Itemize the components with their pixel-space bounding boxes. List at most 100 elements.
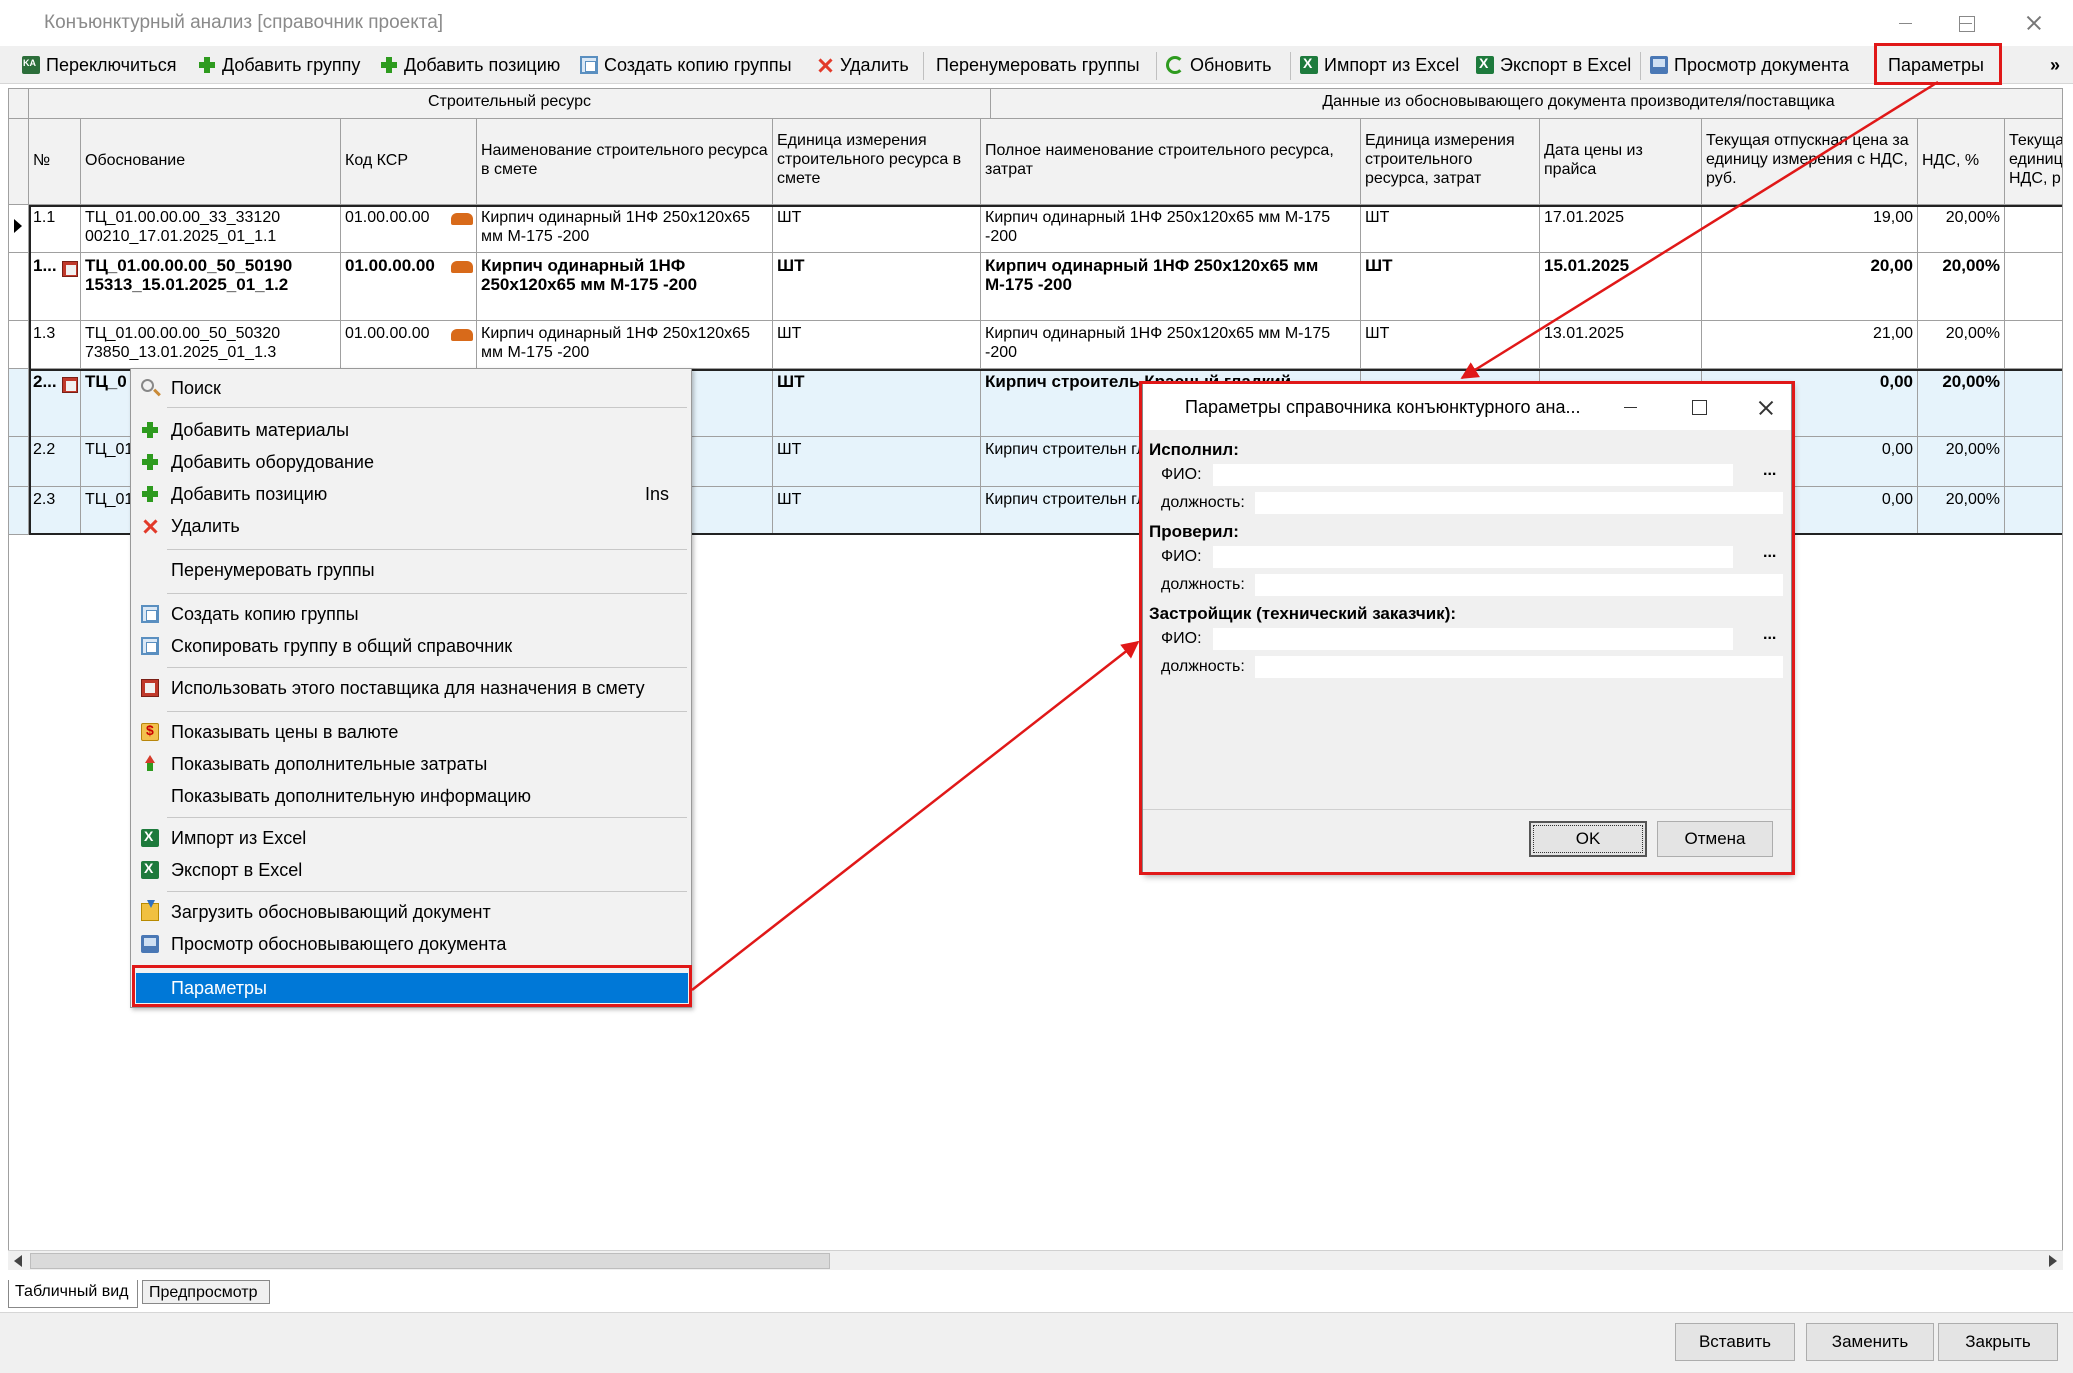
row-indicator[interactable] xyxy=(9,321,29,369)
menu-item-copy-group[interactable]: Создать копию группы xyxy=(131,599,691,629)
grid-cell-fullname[interactable]: Кирпич одинарный 1НФ 250х120х65 мм М-175… xyxy=(981,321,1361,369)
grid-cell-num[interactable]: 2... xyxy=(29,369,81,437)
row-indicator[interactable] xyxy=(9,437,29,487)
close-window-button[interactable] xyxy=(2003,4,2063,42)
grid-cell-vat[interactable]: 20,00% xyxy=(1918,437,2005,487)
grid-cell-name[interactable]: Кирпич одинарный 1НФ 250х120х65 мм М-175… xyxy=(477,253,773,321)
row-indicator[interactable] xyxy=(9,205,29,253)
grid-cell-date[interactable]: 17.01.2025 xyxy=(1540,205,1702,253)
grid-cell-num[interactable]: 2.2 xyxy=(29,437,81,487)
grid-cell-unit2[interactable]: ШТ xyxy=(1361,321,1540,369)
grid-cell-name[interactable]: Кирпич одинарный 1НФ 250х120х65 мм М-175… xyxy=(477,205,773,253)
grid-cell-unit[interactable]: ШТ xyxy=(773,487,981,535)
menu-item-show-extra-costs[interactable]: Показывать дополнительные затраты xyxy=(131,749,691,779)
grid-cell-price[interactable]: 21,00 xyxy=(1702,321,1918,369)
col-header-date[interactable]: Дата цены из прайса xyxy=(1540,119,1702,205)
grid-cell-ksr[interactable]: 01.00.00.00 xyxy=(341,253,477,321)
renumber-button[interactable]: Перенумеровать группы xyxy=(936,46,1140,84)
grid-cell-fullname[interactable]: Кирпич одинарный 1НФ 250х120х65 мм М-175… xyxy=(981,253,1361,321)
col-header-unit[interactable]: Единица измерения строительного ресурса … xyxy=(773,119,981,205)
grid-cell-vat[interactable]: 20,00% xyxy=(1918,205,2005,253)
delete-button[interactable]: Удалить xyxy=(816,46,909,84)
grid-cell-fullname[interactable]: Кирпич одинарный 1НФ 250х120х65 мм М-175… xyxy=(981,205,1361,253)
col-header-price[interactable]: Текущая отпускная цена за единицу измере… xyxy=(1702,119,1918,205)
grid-cell-vat[interactable]: 20,00% xyxy=(1918,253,2005,321)
checked-position-input[interactable] xyxy=(1255,574,1783,596)
menu-item-add-materials[interactable]: Добавить материалы xyxy=(131,415,691,445)
dialog-maximize-button[interactable] xyxy=(1673,390,1723,424)
menu-item-delete[interactable]: Удалить xyxy=(131,511,691,541)
developer-position-input[interactable] xyxy=(1255,656,1783,678)
maximize-window-button[interactable] xyxy=(1935,4,1995,42)
menu-item-add-equipment[interactable]: Добавить оборудование xyxy=(131,447,691,477)
add-position-button[interactable]: Добавить позицию xyxy=(380,46,560,84)
grid-cell-basis[interactable]: ТЦ_01.00.00.00_50_50190 15313_15.01.2025… xyxy=(81,253,341,321)
export-excel-button[interactable]: Экспорт в Excel xyxy=(1476,46,1631,84)
grid-cell-name[interactable]: Кирпич одинарный 1НФ 250х120х65 мм М-175… xyxy=(477,321,773,369)
grid-cell-date[interactable]: 13.01.2025 xyxy=(1540,321,1702,369)
col-header-fullname[interactable]: Полное наименование строительного ресурс… xyxy=(981,119,1361,205)
menu-item-show-currency[interactable]: Показывать цены в валюте xyxy=(131,717,691,747)
grid-cell-cur[interactable] xyxy=(2005,253,2062,321)
parameters-button[interactable]: Параметры xyxy=(1888,46,1984,84)
grid-cell-cur[interactable] xyxy=(2005,487,2062,535)
executed-fio-input[interactable] xyxy=(1213,464,1733,486)
grid-cell-unit[interactable]: ШТ xyxy=(773,205,981,253)
dialog-cancel-button[interactable]: Отмена xyxy=(1657,821,1773,857)
developer-fio-ellipsis-button[interactable]: ... xyxy=(1763,626,1776,644)
dialog-ok-button[interactable]: OK xyxy=(1529,821,1647,857)
grid-cell-unit[interactable]: ШТ xyxy=(773,437,981,487)
import-excel-button[interactable]: Импорт из Excel xyxy=(1300,46,1459,84)
grid-cell-price[interactable]: 20,00 xyxy=(1702,253,1918,321)
close-button[interactable]: Закрыть xyxy=(1938,1323,2058,1361)
menu-item-copy-to-common[interactable]: Скопировать группу в общий справочник xyxy=(131,631,691,661)
grid-cell-ksr[interactable]: 01.00.00.00 xyxy=(341,205,477,253)
add-group-button[interactable]: Добавить группу xyxy=(198,46,360,84)
developer-fio-input[interactable] xyxy=(1213,628,1733,650)
dialog-minimize-button[interactable] xyxy=(1605,390,1655,424)
col-header-vat[interactable]: НДС, % xyxy=(1918,119,2005,205)
grid-cell-basis[interactable]: ТЦ_01.00.00.00_33_33120 00210_17.01.2025… xyxy=(81,205,341,253)
refresh-button[interactable]: Обновить xyxy=(1166,46,1272,84)
grid-cell-cur[interactable] xyxy=(2005,321,2062,369)
grid-cell-price[interactable]: 19,00 xyxy=(1702,205,1918,253)
menu-item-parameters[interactable]: Параметры xyxy=(136,973,688,1003)
col-header-basis[interactable]: Обоснование xyxy=(81,119,341,205)
grid-cell-num[interactable]: 1... xyxy=(29,253,81,321)
insert-button[interactable]: Вставить xyxy=(1675,1323,1795,1361)
grid-cell-unit[interactable]: ШТ xyxy=(773,253,981,321)
menu-item-renumber[interactable]: Перенумеровать группы xyxy=(131,555,691,585)
col-header-num[interactable]: № xyxy=(29,119,81,205)
grid-cell-cur[interactable] xyxy=(2005,369,2062,437)
menu-item-export-excel[interactable]: Экспорт в Excel xyxy=(131,855,691,885)
grid-cell-num[interactable]: 2.3 xyxy=(29,487,81,535)
scrollbar-thumb[interactable] xyxy=(30,1253,830,1269)
row-indicator[interactable] xyxy=(9,253,29,321)
grid-cell-vat[interactable]: 20,00% xyxy=(1918,321,2005,369)
grid-cell-ksr[interactable]: 01.00.00.00 xyxy=(341,321,477,369)
grid-cell-basis[interactable]: ТЦ_01.00.00.00_50_50320 73850_13.01.2025… xyxy=(81,321,341,369)
horizontal-scrollbar[interactable] xyxy=(8,1250,2063,1270)
grid-cell-date[interactable]: 15.01.2025 xyxy=(1540,253,1702,321)
grid-cell-vat[interactable]: 20,00% xyxy=(1918,487,2005,535)
toolbar-overflow-icon[interactable]: » xyxy=(2050,46,2060,84)
minimize-window-button[interactable] xyxy=(1875,4,1935,42)
grid-cell-num[interactable]: 1.3 xyxy=(29,321,81,369)
grid-cell-unit[interactable]: ШТ xyxy=(773,321,981,369)
executed-position-input[interactable] xyxy=(1255,492,1783,514)
switch-button[interactable]: Переключиться xyxy=(22,46,176,84)
grid-cell-unit2[interactable]: ШТ xyxy=(1361,205,1540,253)
menu-item-load-document[interactable]: Загрузить обосновывающий документ xyxy=(131,897,691,927)
row-indicator[interactable] xyxy=(9,487,29,535)
view-document-button[interactable]: Просмотр документа xyxy=(1650,46,1849,84)
menu-item-use-supplier[interactable]: Использовать этого поставщика для назнач… xyxy=(131,673,691,703)
tab-preview[interactable]: Предпросмотр xyxy=(142,1280,270,1304)
grid-cell-num[interactable]: 1.1 xyxy=(29,205,81,253)
col-header-name[interactable]: Наименование строительного ресурса в сме… xyxy=(477,119,773,205)
executed-fio-ellipsis-button[interactable]: ... xyxy=(1763,462,1776,480)
row-indicator[interactable] xyxy=(9,369,29,437)
replace-button[interactable]: Заменить xyxy=(1806,1323,1934,1361)
col-header-current[interactable]: Текущая единица НДС, р xyxy=(2005,119,2062,205)
grid-cell-unit2[interactable]: ШТ xyxy=(1361,253,1540,321)
scroll-left-icon[interactable] xyxy=(14,1255,22,1267)
